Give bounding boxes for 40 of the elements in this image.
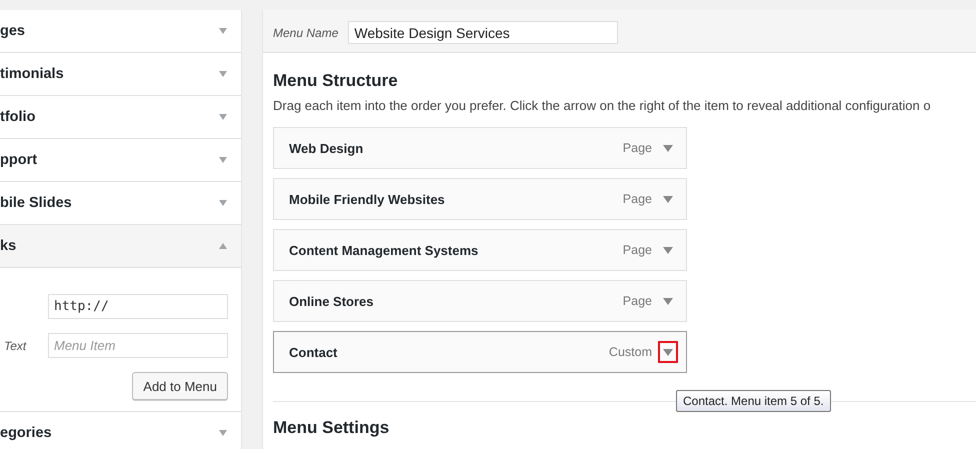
accordion-header[interactable]: ks — [0, 225, 241, 268]
section-title: ks — [0, 238, 16, 254]
menu-name-field[interactable]: Website Design Services — [348, 21, 618, 44]
item-type: Page — [622, 192, 652, 206]
section-title: pport — [0, 152, 38, 168]
caret-icon — [219, 430, 227, 436]
url-field[interactable]: http:// — [48, 294, 228, 319]
menu-item[interactable]: Web Design Page — [273, 127, 687, 169]
caret-icon — [219, 243, 227, 249]
link-text-field[interactable]: Menu Item — [48, 333, 228, 358]
caret-icon — [219, 114, 227, 120]
item-title: Mobile Friendly Websites — [289, 192, 446, 206]
section-title: bile Slides — [0, 195, 72, 211]
item-title: Contact — [289, 344, 338, 360]
caret-icon — [219, 200, 227, 206]
menu-item[interactable]: Online Stores Page — [273, 280, 687, 322]
item-type: Page — [622, 243, 652, 257]
item-type: Custom — [608, 345, 652, 359]
section-title: tfolio — [0, 109, 36, 125]
section-title: ges — [0, 23, 25, 39]
section-title: timonials — [0, 66, 64, 82]
section-title: egories — [0, 425, 52, 441]
menu-item[interactable]: Content Management Systems Page — [273, 229, 687, 271]
caret-icon — [219, 157, 227, 163]
field-label: Text — [4, 338, 26, 352]
item-title: Online Stores — [289, 294, 375, 308]
item-type: Page — [622, 294, 652, 308]
caret-icon — [219, 71, 227, 77]
section-heading: Menu Structure — [273, 71, 399, 91]
section-heading: Menu Settings — [273, 418, 390, 438]
tooltip: Contact. Menu item 5 of 5. — [676, 390, 831, 412]
caret-icon — [219, 28, 227, 34]
field-label: Menu Name — [273, 26, 338, 40]
add-to-menu-button[interactable]: Add to Menu — [132, 372, 228, 400]
item-title: Content Management Systems — [289, 242, 480, 258]
item-type: Page — [622, 141, 652, 155]
menu-item[interactable]: Contact Custom — [273, 331, 687, 373]
instructions-text: Drag each item into the order you prefer. Click the arrow on the right of the item to reveal additional configuration o — [273, 98, 932, 113]
item-title: Web Design — [289, 140, 364, 156]
menu-item[interactable]: Mobile Friendly Websites Page — [273, 178, 687, 220]
